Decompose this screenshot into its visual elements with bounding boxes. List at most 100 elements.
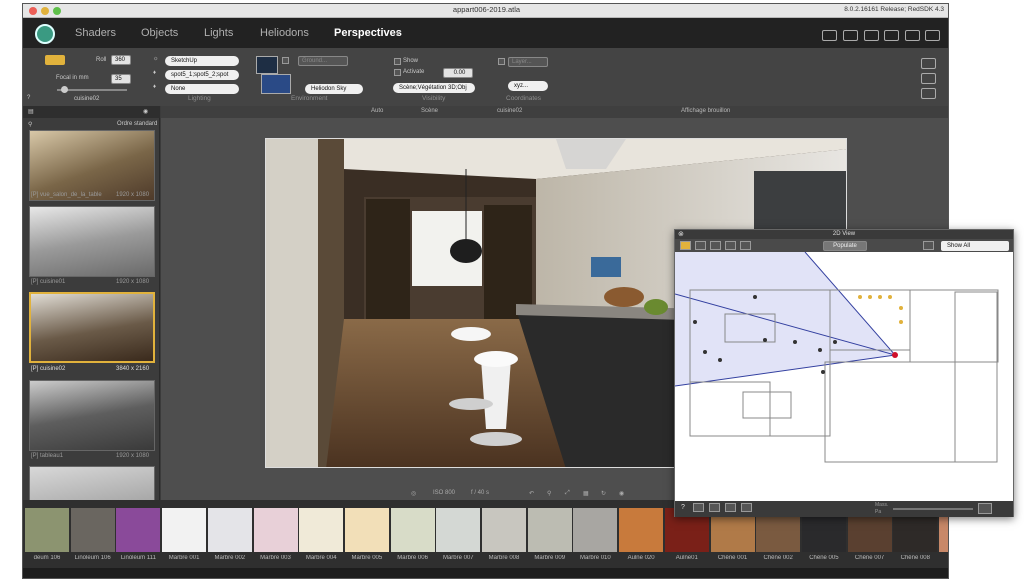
roll-input[interactable]: 360 — [111, 55, 131, 65]
material-swatch[interactable] — [482, 508, 526, 552]
2d-view-toolbar: Populate Show All — [675, 239, 1013, 252]
material-name: Chêne 001 — [717, 555, 748, 561]
material-name: Marbre 006 — [397, 555, 428, 561]
aperture-icon[interactable]: ◎ — [411, 490, 416, 497]
layer-checkbox[interactable] — [498, 58, 505, 65]
layer-field[interactable]: Layer... — [508, 57, 548, 67]
expand-icon[interactable] — [741, 503, 752, 512]
populate-button[interactable]: Populate — [823, 241, 867, 251]
list-item-thumbnail-selected[interactable] — [29, 292, 155, 363]
material-name: Marbre 009 — [534, 555, 566, 561]
show-label: Show — [403, 58, 419, 64]
lighting-select-2[interactable]: spot5_1;spot5_2;spot — [165, 70, 239, 80]
eye-icon[interactable]: ◉ — [143, 108, 148, 115]
pin-icon[interactable] — [923, 241, 934, 250]
export-icon[interactable] — [978, 503, 992, 514]
screen-icon[interactable] — [864, 30, 879, 41]
frame-icon[interactable] — [905, 30, 920, 41]
zoom-icon[interactable] — [709, 503, 720, 512]
material-swatch[interactable] — [207, 508, 252, 552]
list-item-thumbnail[interactable] — [29, 380, 155, 451]
undo-icon[interactable]: ↶ — [529, 490, 534, 497]
focal-input[interactable]: 35 — [111, 74, 131, 84]
window-title: appart006-2019.atla — [452, 5, 521, 14]
undo-icon[interactable] — [693, 503, 704, 512]
tab-shaders[interactable]: Shaders — [75, 27, 116, 39]
show-checkbox[interactable] — [394, 58, 401, 65]
perspective-mode-button[interactable] — [45, 55, 65, 65]
material-swatch[interactable] — [299, 508, 344, 552]
fstop-select[interactable]: f / 40 s — [471, 490, 489, 496]
sort-select[interactable]: Ordre standard — [117, 121, 157, 127]
status-bar — [23, 568, 948, 578]
layers-icon[interactable] — [710, 241, 721, 250]
ground-field[interactable]: Ground... — [298, 56, 348, 66]
activate-checkbox[interactable] — [394, 69, 401, 76]
list-item-thumbnail[interactable] — [29, 206, 155, 277]
zoom-icon[interactable]: ⚲ — [547, 490, 551, 497]
palette-icon[interactable] — [921, 73, 936, 84]
lighting-select-3[interactable]: None — [165, 84, 239, 94]
material-name: deum 106 — [33, 555, 61, 561]
material-swatch[interactable] — [116, 508, 161, 552]
camera-mode-icon[interactable] — [680, 241, 691, 250]
help-icon[interactable]: ? — [27, 95, 30, 101]
camera-icon[interactable] — [740, 241, 751, 250]
search-icon[interactable]: ⚲ — [28, 121, 32, 128]
fit-icon[interactable]: ⤢ — [565, 490, 570, 497]
target-icon[interactable]: ◉ — [619, 490, 624, 497]
list-item-resolution: 1920 x 1080 — [116, 279, 150, 285]
save-icon[interactable] — [725, 241, 736, 250]
material-name: Chêne 007 — [854, 555, 885, 561]
export-icon[interactable] — [925, 30, 940, 41]
tab-heliodons[interactable]: Heliodons — [260, 27, 309, 39]
material-swatch[interactable] — [619, 508, 664, 552]
perspectives-dropdown-icon[interactable]: ▾ — [396, 29, 400, 38]
material-swatch[interactable] — [344, 508, 389, 552]
material-swatch[interactable] — [162, 508, 207, 552]
material-swatch[interactable] — [253, 508, 298, 552]
fit-icon[interactable] — [725, 503, 736, 512]
material-swatch[interactable] — [573, 508, 618, 552]
material-name: Marbre 008 — [488, 555, 520, 561]
ground-checkbox[interactable] — [282, 57, 289, 64]
settings-icon[interactable] — [921, 88, 936, 99]
grid-icon[interactable]: ▦ — [583, 490, 589, 497]
activate-input[interactable]: 0.00 — [443, 68, 473, 78]
scale-slider[interactable] — [893, 508, 973, 510]
lighting-select-1[interactable]: SketchUp — [165, 56, 239, 66]
tab-objects[interactable]: Objects — [141, 27, 178, 39]
list-view-icon[interactable]: ▤ — [28, 108, 34, 115]
iso-select[interactable]: ISO 800 — [433, 490, 455, 496]
home-icon[interactable] — [695, 241, 706, 250]
tab-lights[interactable]: Lights — [204, 27, 233, 39]
help-icon[interactable]: ? — [681, 504, 685, 511]
coordinates-button[interactable]: xyz... — [508, 81, 548, 91]
app-logo-icon[interactable] — [35, 24, 55, 44]
title-bar: appart006-2019.atla 8.0.2.16161 Release;… — [23, 4, 948, 18]
scene-toggle[interactable]: Scène — [421, 108, 438, 114]
material-swatch[interactable] — [527, 508, 572, 552]
cart-icon[interactable] — [822, 30, 837, 41]
material-swatch[interactable] — [70, 508, 115, 552]
tab-perspectives[interactable]: Perspectives — [334, 27, 402, 39]
draft-display-toggle[interactable]: Affichage brouillon — [681, 108, 730, 114]
refresh-icon[interactable]: ↻ — [601, 490, 606, 497]
crop-icon[interactable] — [843, 30, 858, 41]
list-item-name: [P] cuisine01 — [31, 279, 66, 285]
grid-settings-icon[interactable] — [921, 58, 936, 69]
show-select[interactable]: Show All — [941, 241, 1009, 251]
environment-select[interactable]: Heliodon Sky — [305, 84, 363, 94]
material-swatch[interactable] — [25, 508, 69, 552]
focal-slider-handle[interactable] — [61, 86, 68, 93]
material-swatch[interactable] — [390, 508, 435, 552]
visibility-select[interactable]: Scène;Végétation 3D;Obj — [393, 83, 475, 93]
sky-swatch[interactable] — [261, 74, 291, 94]
close-panel-icon[interactable]: ⊗ — [678, 230, 684, 239]
floor-plan[interactable] — [675, 252, 1013, 501]
material-swatch[interactable] — [436, 508, 481, 552]
camera-icon[interactable] — [884, 30, 899, 41]
environment-swatch[interactable] — [256, 56, 278, 74]
auto-toggle[interactable]: Auto — [371, 108, 383, 114]
list-item-thumbnail[interactable] — [29, 130, 155, 201]
